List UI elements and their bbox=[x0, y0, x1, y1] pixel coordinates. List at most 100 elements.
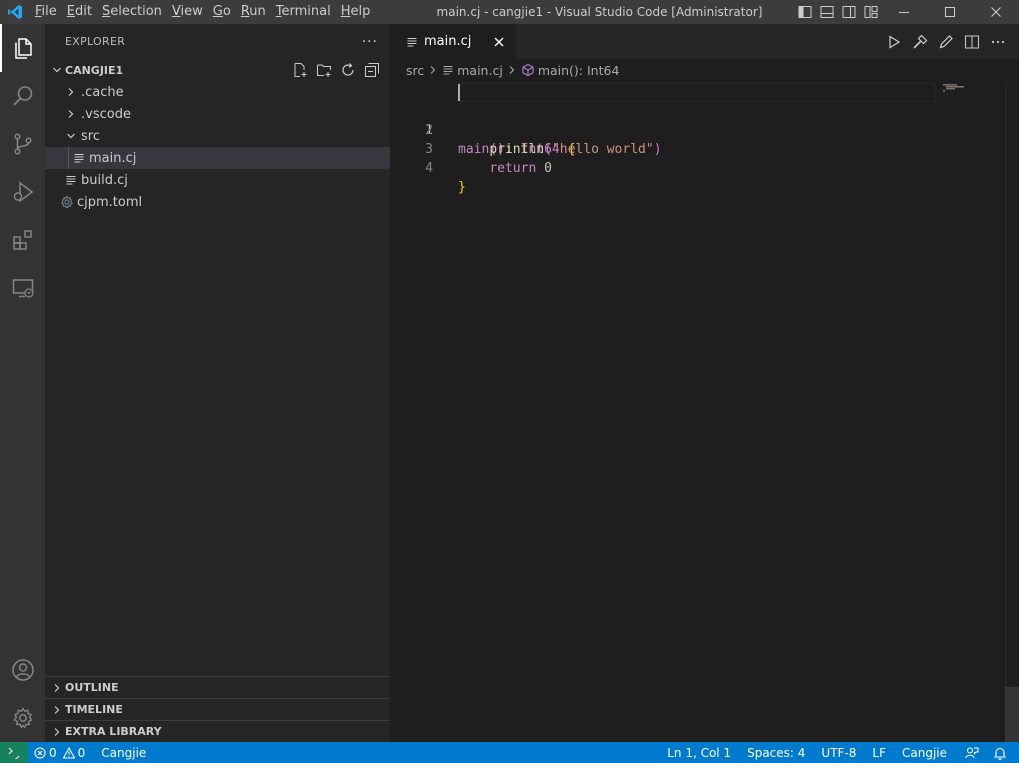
warning-count: 0 bbox=[77, 745, 86, 760]
breadcrumb: src main.cj main(): Int64 bbox=[390, 59, 1019, 81]
tree-item-cjpm-toml[interactable]: cjpm.toml bbox=[45, 191, 390, 213]
workspace-folder-header[interactable]: CANGJIE1 bbox=[45, 59, 390, 81]
maximize-icon[interactable] bbox=[927, 0, 973, 24]
close-window-icon[interactable] bbox=[973, 0, 1019, 24]
file-lines-icon bbox=[442, 64, 454, 76]
breadcrumb-symbol[interactable]: main(): Int64 bbox=[538, 63, 620, 78]
toggle-secondary-sidebar-icon[interactable] bbox=[838, 0, 860, 24]
menu-edit[interactable]: Edit bbox=[62, 0, 97, 24]
toggle-primary-sidebar-icon[interactable] bbox=[794, 0, 816, 24]
run-debug-icon[interactable] bbox=[0, 168, 45, 216]
editor-area: main.cj src main.cj main(): Int64 1 main… bbox=[390, 24, 1019, 742]
menu-view[interactable]: View bbox=[167, 0, 208, 24]
feedback-icon[interactable] bbox=[953, 742, 985, 763]
remote-explorer-icon[interactable] bbox=[0, 264, 45, 312]
new-file-icon[interactable] bbox=[288, 59, 312, 81]
run-icon[interactable] bbox=[881, 24, 907, 59]
minimap[interactable] bbox=[943, 83, 1007, 103]
title-bar: File Edit Selection View Go Run Terminal… bbox=[0, 0, 1019, 24]
source-control-icon[interactable] bbox=[0, 120, 45, 168]
extensions-icon[interactable] bbox=[0, 216, 45, 264]
scrollbar-thumb[interactable] bbox=[1005, 687, 1019, 742]
chevron-right-icon bbox=[49, 677, 65, 699]
indentation-status[interactable]: Spaces: 4 bbox=[737, 742, 811, 763]
timeline-section[interactable]: TIMELINE bbox=[45, 698, 390, 720]
collapse-all-icon[interactable] bbox=[360, 59, 384, 81]
remote-indicator-icon[interactable] bbox=[0, 742, 28, 763]
vertical-scrollbar[interactable] bbox=[1005, 83, 1019, 742]
symbol-method-cube-icon bbox=[521, 63, 535, 77]
line-number: 4 bbox=[425, 161, 433, 176]
vscode-logo-icon[interactable] bbox=[0, 0, 30, 24]
more-actions-icon[interactable] bbox=[985, 24, 1011, 59]
new-folder-icon[interactable] bbox=[312, 59, 336, 81]
file-lines-icon bbox=[406, 36, 418, 48]
minimize-icon[interactable] bbox=[881, 0, 927, 24]
activity-bar bbox=[0, 24, 45, 742]
folder-actions bbox=[288, 59, 384, 81]
notifications-bell-icon[interactable] bbox=[985, 742, 1013, 763]
sidebar-header: EXPLORER ··· bbox=[45, 24, 390, 59]
breadcrumb-file[interactable]: main.cj bbox=[457, 63, 503, 78]
tree-item-cache[interactable]: .cache bbox=[45, 81, 390, 103]
refresh-icon[interactable] bbox=[336, 59, 360, 81]
token-number: 0 bbox=[536, 161, 552, 176]
tree-item-label: .cache bbox=[81, 84, 124, 100]
chevron-down-icon bbox=[63, 125, 79, 147]
extra-library-section[interactable]: EXTRA LIBRARY bbox=[45, 720, 390, 742]
menu-bar: File Edit Selection View Go Run Terminal… bbox=[30, 0, 375, 24]
language-mode[interactable]: Cangjie bbox=[892, 742, 953, 763]
more-actions-button[interactable]: ··· bbox=[362, 34, 378, 50]
eol-status[interactable]: LF bbox=[862, 742, 892, 763]
token-brace: } bbox=[458, 180, 466, 195]
edit-pencil-icon[interactable] bbox=[933, 24, 959, 59]
menu-run[interactable]: Run bbox=[236, 0, 271, 24]
outline-title: OUTLINE bbox=[65, 681, 119, 694]
code-line: 4 } bbox=[390, 140, 1019, 195]
line-text: return 0 bbox=[458, 159, 552, 178]
problems-status[interactable]: 0 0 bbox=[28, 742, 91, 763]
tree-item-label: build.cj bbox=[81, 172, 128, 188]
code-line: 3 return 0 bbox=[390, 121, 1019, 176]
chevron-down-icon bbox=[49, 59, 65, 81]
code-editor[interactable]: 1 main(): Int64 { 2 println("hello world… bbox=[390, 83, 1019, 195]
tree-item-build-cj[interactable]: build.cj bbox=[45, 169, 390, 191]
tree-item-vscode[interactable]: .vscode bbox=[45, 103, 390, 125]
tree-item-main-cj[interactable]: main.cj bbox=[45, 147, 390, 169]
tab-main-cj[interactable]: main.cj bbox=[390, 24, 516, 59]
customize-layout-icon[interactable] bbox=[860, 0, 882, 24]
file-lines-icon bbox=[63, 169, 79, 191]
timeline-title: TIMELINE bbox=[65, 703, 123, 716]
warning-triangle-icon bbox=[62, 746, 75, 759]
search-icon[interactable] bbox=[0, 72, 45, 120]
indent-guide bbox=[68, 147, 69, 169]
workspace-folder-name: CANGJIE1 bbox=[65, 63, 124, 77]
cursor-position[interactable]: Ln 1, Col 1 bbox=[661, 742, 737, 763]
accounts-icon[interactable] bbox=[0, 646, 45, 694]
close-icon[interactable] bbox=[493, 36, 505, 48]
breadcrumb-folder[interactable]: src bbox=[406, 63, 424, 78]
tree-item-label: main.cj bbox=[89, 150, 137, 166]
chevron-right-icon bbox=[428, 65, 438, 75]
chevron-right-icon bbox=[63, 103, 79, 125]
outline-section[interactable]: OUTLINE bbox=[45, 676, 390, 698]
menu-terminal[interactable]: Terminal bbox=[271, 0, 336, 24]
explorer-icon[interactable] bbox=[0, 24, 45, 72]
tree-item-src[interactable]: src bbox=[45, 125, 390, 147]
split-editor-icon[interactable] bbox=[959, 24, 985, 59]
extra-library-title: EXTRA LIBRARY bbox=[65, 725, 162, 738]
settings-gear-icon[interactable] bbox=[0, 694, 45, 742]
menu-selection[interactable]: Selection bbox=[97, 0, 167, 24]
language-status-left[interactable]: Cangjie bbox=[91, 742, 152, 763]
chevron-right-icon bbox=[49, 721, 65, 743]
menu-go[interactable]: Go bbox=[208, 0, 236, 24]
encoding-status[interactable]: UTF-8 bbox=[811, 742, 862, 763]
file-lines-icon bbox=[71, 147, 87, 169]
menu-help[interactable]: Help bbox=[336, 0, 376, 24]
token-keyword: return bbox=[489, 161, 537, 176]
build-hammer-icon[interactable] bbox=[907, 24, 933, 59]
status-bar-right: Ln 1, Col 1 Spaces: 4 UTF-8 LF Cangjie bbox=[661, 742, 1013, 763]
toggle-panel-icon[interactable] bbox=[816, 0, 838, 24]
menu-file[interactable]: File bbox=[30, 0, 62, 24]
